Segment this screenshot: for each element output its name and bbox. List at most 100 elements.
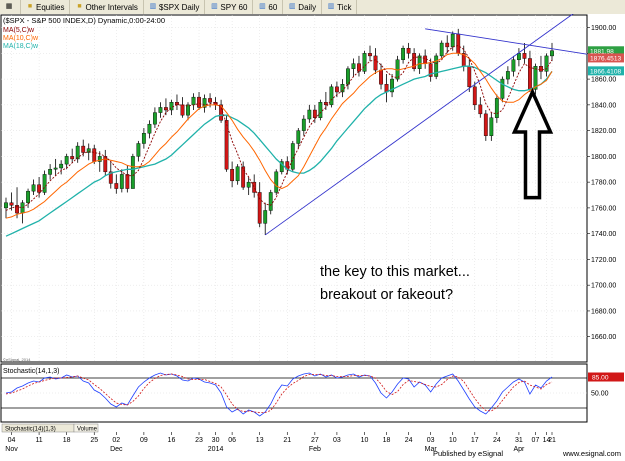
candle-body-58 bbox=[323, 102, 328, 106]
candle-body-7 bbox=[42, 174, 47, 193]
x-tick-label-24: 21 bbox=[548, 437, 556, 444]
candle-body-33 bbox=[186, 104, 190, 116]
annotation-line-1: the key to this market... bbox=[320, 264, 470, 280]
price-label-text-2: 1866.4108 bbox=[590, 68, 622, 75]
x-tick-label-16: 24 bbox=[405, 437, 413, 444]
month-label-2: 2014 bbox=[208, 446, 224, 453]
folder-icon: ■ bbox=[77, 3, 82, 10]
candle-body-66 bbox=[368, 53, 372, 57]
candle-body-20 bbox=[114, 183, 119, 189]
toolbar-item-daily[interactable]: ▥ Daily bbox=[283, 0, 323, 14]
price-labels: 1881.981876.45131866.4108 bbox=[588, 46, 624, 76]
y-tick-label-7: 1760.00 bbox=[591, 205, 616, 212]
x-tick-label-8: 30 bbox=[212, 437, 220, 444]
toolbar-item-tick[interactable]: ▥ Tick bbox=[322, 0, 358, 14]
footer-url: www.esignal.com bbox=[562, 449, 621, 458]
y-tick-label-0: 1900.00 bbox=[591, 25, 616, 32]
chart-icon: ▥ bbox=[149, 3, 157, 10]
candle-body-90 bbox=[500, 78, 505, 99]
candle-body-3 bbox=[20, 202, 25, 214]
x-tick-label-6: 16 bbox=[168, 437, 176, 444]
candle-body-91 bbox=[505, 71, 510, 80]
month-label-0: Nov bbox=[5, 446, 18, 453]
footer-published: Published by eSignal bbox=[433, 449, 503, 458]
chart-icon: ▥ bbox=[259, 3, 266, 10]
candle-body-25 bbox=[141, 132, 146, 144]
candle-body-13 bbox=[75, 145, 80, 160]
candle-body-6 bbox=[37, 184, 42, 193]
candle-body-34 bbox=[191, 96, 196, 106]
x-tick-label-2: 18 bbox=[63, 437, 71, 444]
chart-icon: ▥ bbox=[211, 3, 218, 10]
x-tick-label-10: 13 bbox=[256, 437, 264, 444]
chart-title: ($SPX - S&P 500 INDEX,D) Dynamic,0:00-24… bbox=[3, 16, 165, 25]
stoch-value-text: 85.00 bbox=[592, 375, 609, 382]
candle-body-11 bbox=[64, 156, 69, 165]
candle-body-79 bbox=[439, 42, 444, 57]
candle-body-42 bbox=[235, 166, 240, 182]
candle-body-76 bbox=[423, 55, 428, 64]
x-tick-label-7: 23 bbox=[195, 437, 203, 444]
candle-body-24 bbox=[136, 143, 141, 157]
candle-body-82 bbox=[456, 33, 461, 54]
legend-ma10: MA(10,C)w bbox=[3, 35, 39, 42]
candle-body-52 bbox=[290, 143, 295, 170]
y-tick-label-12: 1660.00 bbox=[591, 334, 616, 341]
candle-body-22 bbox=[125, 174, 130, 189]
legend-ma18: MA(18,C)w bbox=[3, 43, 39, 50]
x-tick-label-21: 31 bbox=[515, 437, 523, 444]
candle-body-12 bbox=[70, 156, 75, 160]
toolbar-item-layout[interactable]: ▦ bbox=[0, 0, 21, 14]
y-tick-label-6: 1780.00 bbox=[591, 180, 616, 187]
y-tick-label-11: 1680.00 bbox=[591, 308, 616, 315]
y-tick-label-8: 1740.00 bbox=[591, 231, 616, 238]
chart-icon: ▥ bbox=[288, 3, 296, 10]
x-tick-label-3: 25 bbox=[90, 437, 98, 444]
toolbar-item-other-intervals[interactable]: ■ Other Intervals bbox=[70, 0, 144, 14]
x-tick-label-13: 03 bbox=[333, 437, 341, 444]
candle-body-8 bbox=[48, 169, 53, 175]
candle-body-99 bbox=[550, 50, 554, 57]
y-tick-label-10: 1700.00 bbox=[591, 283, 616, 290]
x-tick-label-18: 10 bbox=[449, 437, 457, 444]
candle-body-45 bbox=[252, 181, 257, 193]
candle-body-10 bbox=[59, 163, 64, 169]
toolbar-item-60[interactable]: ▥ 60 bbox=[253, 0, 284, 14]
candle-body-68 bbox=[379, 69, 383, 85]
candle-body-86 bbox=[478, 104, 483, 115]
candle-body-44 bbox=[246, 181, 251, 188]
candle-body-63 bbox=[351, 63, 356, 69]
candle-body-87 bbox=[483, 113, 488, 136]
x-tick-label-0: 04 bbox=[8, 437, 16, 444]
candle-body-32 bbox=[180, 104, 185, 116]
candle-body-46 bbox=[257, 192, 262, 224]
candle-body-88 bbox=[489, 117, 494, 136]
candle-body-27 bbox=[152, 112, 157, 125]
x-tick-label-22: 07 bbox=[532, 437, 540, 444]
x-tick-label-19: 17 bbox=[471, 437, 479, 444]
candle-body-53 bbox=[296, 130, 301, 144]
annotation-line-2: breakout or fakeout? bbox=[320, 287, 453, 303]
candle-body-37 bbox=[208, 98, 212, 103]
candle-body-73 bbox=[406, 47, 411, 54]
x-tick-label-4: 02 bbox=[112, 437, 120, 444]
candle-body-72 bbox=[401, 47, 406, 60]
y-tick-label-3: 1840.00 bbox=[591, 102, 616, 109]
chart-area: 1900.001880.001860.001840.001820.001800.… bbox=[0, 14, 625, 461]
tab-stochastic-label: Stochastic(14)(1,3) bbox=[5, 427, 56, 433]
folder-icon: ■ bbox=[27, 3, 33, 10]
toolbar-item-spx-daily[interactable]: ▥ $SPX Daily bbox=[144, 0, 206, 14]
candle-body-21 bbox=[119, 174, 124, 189]
candle-body-80 bbox=[445, 42, 450, 48]
candle-body-26 bbox=[147, 123, 152, 134]
candle-body-16 bbox=[92, 148, 97, 162]
candle-body-49 bbox=[274, 171, 279, 193]
x-tick-label-20: 24 bbox=[493, 437, 501, 444]
tab-volume-label: Volume bbox=[77, 427, 98, 433]
candle-body-56 bbox=[312, 109, 317, 118]
toolbar-item-spy-60[interactable]: ▥ SPY 60 bbox=[205, 0, 254, 14]
toolbar-item-equities[interactable]: ■ Equities bbox=[21, 0, 71, 14]
candle-body-54 bbox=[301, 118, 306, 131]
x-tick-label-12: 27 bbox=[311, 437, 319, 444]
y-tick-label-5: 1800.00 bbox=[591, 154, 616, 161]
